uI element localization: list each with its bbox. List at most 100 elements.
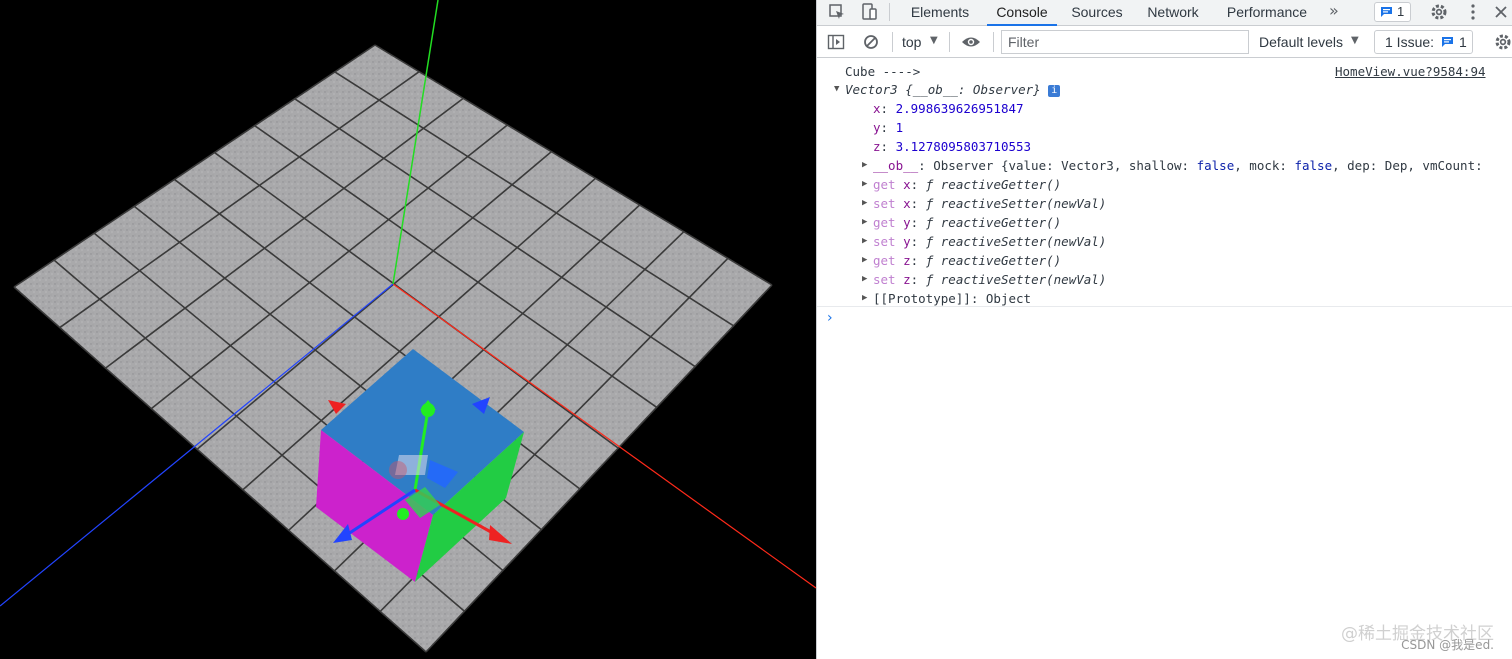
clear-console-icon[interactable] bbox=[861, 32, 881, 52]
settings-gear-icon[interactable] bbox=[1429, 2, 1449, 22]
devtools-tabbar: Elements Console Sources Network Perform… bbox=[817, 0, 1512, 26]
property-value: 1 bbox=[895, 120, 904, 135]
source-link[interactable]: HomeView.vue?9584:94 bbox=[1335, 62, 1486, 81]
property-row-z: z: 3.1278095803710553 bbox=[873, 139, 1032, 154]
live-expression-eye-icon[interactable] bbox=[961, 32, 981, 52]
property-key: __ob__ bbox=[873, 158, 919, 173]
mock-value: false bbox=[1294, 158, 1333, 173]
expand-triangle-icon[interactable]: ▶ bbox=[862, 251, 867, 270]
property-row-x: x: 2.998639626951847 bbox=[873, 101, 1024, 116]
tabbar-separator bbox=[889, 3, 890, 21]
toolbar-separator bbox=[892, 32, 893, 52]
message-icon bbox=[1381, 7, 1392, 17]
device-toolbar-icon[interactable] bbox=[859, 2, 879, 22]
accessor-function: reactiveGetter() bbox=[940, 253, 1062, 268]
expand-triangle-icon[interactable]: ▶ bbox=[862, 213, 867, 232]
inspect-element-icon[interactable] bbox=[827, 2, 847, 22]
accessor-prop: y bbox=[903, 234, 911, 249]
accessor-row-get-x[interactable]: ▶ get x: ƒ reactiveGetter() bbox=[862, 175, 1062, 194]
accessor-row-set-z[interactable]: ▶ set z: ƒ reactiveSetter(newVal) bbox=[862, 270, 1107, 289]
devtools-panel: Elements Console Sources Network Perform… bbox=[816, 0, 1512, 659]
more-tabs-chevron-icon[interactable]: » bbox=[1329, 0, 1339, 22]
accessor-prop: y bbox=[903, 215, 911, 230]
observer-text: , mock: bbox=[1234, 158, 1295, 173]
console-toolbar: top ▼ Filter Default levels ▼ 1 Issue: 1 bbox=[817, 26, 1512, 58]
accessor-kind: set bbox=[873, 234, 896, 249]
tab-network[interactable]: Network bbox=[1141, 0, 1205, 26]
messages-badge[interactable]: 1 bbox=[1374, 2, 1411, 22]
expand-triangle-icon[interactable]: ▶ bbox=[862, 156, 867, 175]
collapse-triangle-icon[interactable]: ▼ bbox=[834, 80, 839, 99]
accessor-kind: get bbox=[873, 215, 896, 230]
observer-row[interactable]: ▶ __ob__: Observer {value: Vector3, shall… bbox=[862, 156, 1483, 175]
prototype-key: [[Prototype]] bbox=[873, 291, 971, 306]
log-levels-dropdown[interactable]: Default levels bbox=[1259, 34, 1343, 50]
accessor-prop: z bbox=[903, 253, 911, 268]
filter-input[interactable]: Filter bbox=[1001, 30, 1249, 54]
accessor-row-get-y[interactable]: ▶ get y: ƒ reactiveGetter() bbox=[862, 213, 1062, 232]
accessor-row-set-x[interactable]: ▶ set x: ƒ reactiveSetter(newVal) bbox=[862, 194, 1107, 213]
tab-performance[interactable]: Performance bbox=[1219, 0, 1315, 26]
accessor-kind: get bbox=[873, 253, 896, 268]
accessor-function: reactiveGetter() bbox=[940, 177, 1062, 192]
toolbar-separator bbox=[993, 32, 994, 52]
prototype-value: : Object bbox=[970, 291, 1032, 306]
issues-button[interactable]: 1 Issue: 1 bbox=[1374, 30, 1473, 54]
accessor-function: reactiveSetter(newVal) bbox=[940, 196, 1107, 211]
function-icon: ƒ bbox=[925, 177, 934, 192]
property-key: y bbox=[873, 120, 881, 135]
context-dropdown-icon[interactable]: ▼ bbox=[930, 35, 938, 46]
accessor-prop: x bbox=[903, 177, 911, 192]
expand-triangle-icon[interactable]: ▶ bbox=[862, 270, 867, 289]
shallow-value: false bbox=[1196, 158, 1235, 173]
property-key: x bbox=[873, 101, 881, 116]
accessor-function: reactiveGetter() bbox=[940, 215, 1062, 230]
observer-text: , dep: Dep, vmCount: bbox=[1332, 158, 1483, 173]
accessor-row-set-y[interactable]: ▶ set y: ƒ reactiveSetter(newVal) bbox=[862, 232, 1107, 251]
observer-text: : Observer {value: Vector3, shallow: bbox=[918, 158, 1197, 173]
accessor-prop: z bbox=[903, 272, 911, 287]
property-value: 3.1278095803710553 bbox=[895, 139, 1032, 154]
console-settings-gear-icon[interactable] bbox=[1493, 32, 1512, 52]
property-value: 2.998639626951847 bbox=[895, 101, 1024, 116]
function-icon: ƒ bbox=[925, 196, 934, 211]
watermark-csdn: CSDN @我是ed. bbox=[1401, 638, 1494, 652]
issues-label: 1 Issue: bbox=[1385, 34, 1435, 50]
accessor-function: reactiveSetter(newVal) bbox=[940, 272, 1107, 287]
issues-count: 1 bbox=[1459, 34, 1467, 50]
property-row-y: y: 1 bbox=[873, 120, 904, 135]
object-header[interactable]: ▼ Vector3 {__ob__: Observer} i bbox=[834, 80, 1061, 99]
function-icon: ƒ bbox=[925, 215, 934, 230]
console-divider bbox=[817, 306, 1512, 307]
accessor-kind: get bbox=[873, 177, 896, 192]
expand-triangle-icon[interactable]: ▶ bbox=[862, 232, 867, 251]
function-icon: ƒ bbox=[925, 234, 934, 249]
accessor-function: reactiveSetter(newVal) bbox=[940, 234, 1107, 249]
property-key: z bbox=[873, 139, 881, 154]
accessor-kind: set bbox=[873, 272, 896, 287]
accessor-row-get-z[interactable]: ▶ get z: ƒ reactiveGetter() bbox=[862, 251, 1062, 270]
accessor-kind: set bbox=[873, 196, 896, 211]
threejs-viewport[interactable] bbox=[0, 0, 816, 659]
info-icon[interactable]: i bbox=[1048, 85, 1061, 97]
issue-message-icon bbox=[1442, 37, 1453, 47]
log-message-label: Cube ----> bbox=[845, 64, 921, 79]
function-icon: ƒ bbox=[925, 253, 934, 268]
object-summary: Vector3 {__ob__: Observer} bbox=[845, 82, 1041, 97]
tab-console[interactable]: Console bbox=[987, 0, 1057, 26]
accessor-prop: x bbox=[903, 196, 911, 211]
scene-canvas[interactable] bbox=[0, 0, 816, 659]
function-icon: ƒ bbox=[925, 272, 934, 287]
expand-triangle-icon[interactable]: ▶ bbox=[862, 194, 867, 213]
toolbar-separator bbox=[949, 32, 950, 52]
console-prompt-icon[interactable]: › bbox=[827, 310, 833, 326]
tab-elements[interactable]: Elements bbox=[903, 0, 977, 26]
close-devtools-icon[interactable] bbox=[1491, 2, 1511, 22]
expand-triangle-icon[interactable]: ▶ bbox=[862, 175, 867, 194]
sidebar-toggle-icon[interactable] bbox=[826, 32, 846, 52]
tab-sources[interactable]: Sources bbox=[1065, 0, 1129, 26]
messages-count: 1 bbox=[1397, 4, 1405, 19]
levels-dropdown-icon[interactable]: ▼ bbox=[1351, 35, 1359, 46]
more-options-icon[interactable] bbox=[1463, 2, 1483, 22]
context-selector[interactable]: top bbox=[902, 34, 921, 50]
